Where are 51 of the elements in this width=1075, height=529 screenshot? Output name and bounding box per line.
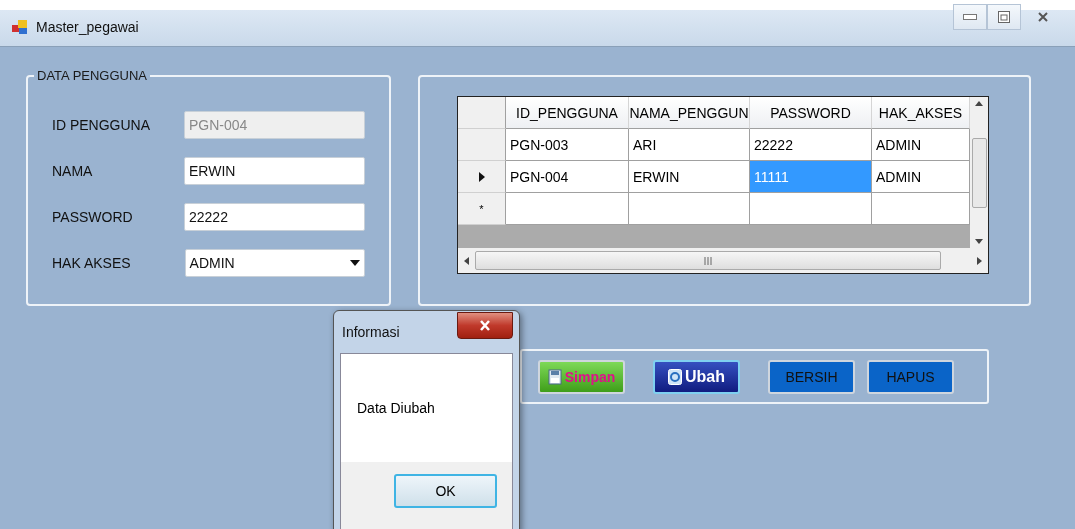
grip-icon — [704, 256, 712, 265]
row-header[interactable] — [458, 129, 506, 161]
table-cell[interactable] — [750, 193, 872, 225]
group-title: DATA PENGGUNA — [34, 68, 151, 83]
dialog-title: Informasi — [341, 324, 400, 340]
ok-button[interactable]: OK — [394, 474, 497, 508]
close-icon — [479, 319, 491, 331]
table-cell[interactable]: 22222 — [750, 129, 872, 161]
table-cell[interactable]: PGN-004 — [506, 161, 629, 193]
window-title: Master_pegawai — [36, 19, 139, 35]
scroll-left-icon — [464, 256, 469, 265]
table-cell[interactable]: PGN-003 — [506, 129, 629, 161]
column-header[interactable]: HAK_AKSES — [872, 97, 970, 129]
refresh-icon — [668, 368, 682, 385]
scroll-right-icon — [977, 256, 982, 265]
dropdown-field[interactable]: ADMIN — [184, 249, 365, 277]
table-cell[interactable] — [872, 193, 970, 225]
horizontal-scrollbar[interactable] — [458, 248, 988, 273]
field-label: NAMA — [52, 163, 94, 179]
vertical-scrollbar[interactable] — [970, 97, 988, 248]
table-cell[interactable] — [629, 193, 750, 225]
row-header[interactable] — [458, 161, 506, 193]
scroll-down-icon — [975, 239, 983, 244]
column-header[interactable]: NAMA_PENGGUN — [629, 97, 750, 129]
close-icon — [1037, 11, 1049, 23]
minimize-button[interactable] — [953, 4, 987, 30]
table-cell[interactable]: ERWIN — [629, 161, 750, 193]
field-label: PASSWORD — [52, 209, 134, 225]
app-icon — [12, 19, 28, 35]
scroll-up-icon — [975, 101, 983, 106]
table-cell[interactable]: ADMIN — [872, 161, 970, 193]
table-cell[interactable]: ARI — [629, 129, 750, 161]
row-pointer-icon — [478, 171, 485, 182]
new-row-marker: * — [458, 193, 506, 225]
table-cell[interactable] — [506, 193, 629, 225]
maximize-icon — [998, 11, 1010, 23]
minimize-icon — [963, 14, 977, 20]
data-grid[interactable]: ID_PENGGUNA NAMA_PENGGUN PASSWORD HAK_AKSES PGN-003 ARI 22222 ADMIN PGN-004 ERWIN 11111 ADMIN * — [457, 96, 989, 274]
column-header[interactable]: ID_PENGGUNA — [506, 97, 629, 129]
field-label: HAK AKSES — [52, 255, 132, 271]
caret-icon — [350, 260, 360, 266]
field-label: ID PENGGUNA — [52, 117, 151, 133]
edit-button[interactable]: Ubah — [653, 359, 740, 394]
table-cell[interactable]: ADMIN — [872, 129, 970, 161]
close-button[interactable] — [457, 311, 513, 339]
header-corner — [458, 97, 506, 129]
column-header[interactable]: PASSWORD — [750, 97, 872, 129]
text-field[interactable]: 22222 — [184, 203, 365, 231]
maximize-button[interactable] — [987, 4, 1021, 30]
dialog-message: Data Diubah — [357, 400, 435, 416]
text-field[interactable]: ERWIN — [184, 157, 365, 185]
